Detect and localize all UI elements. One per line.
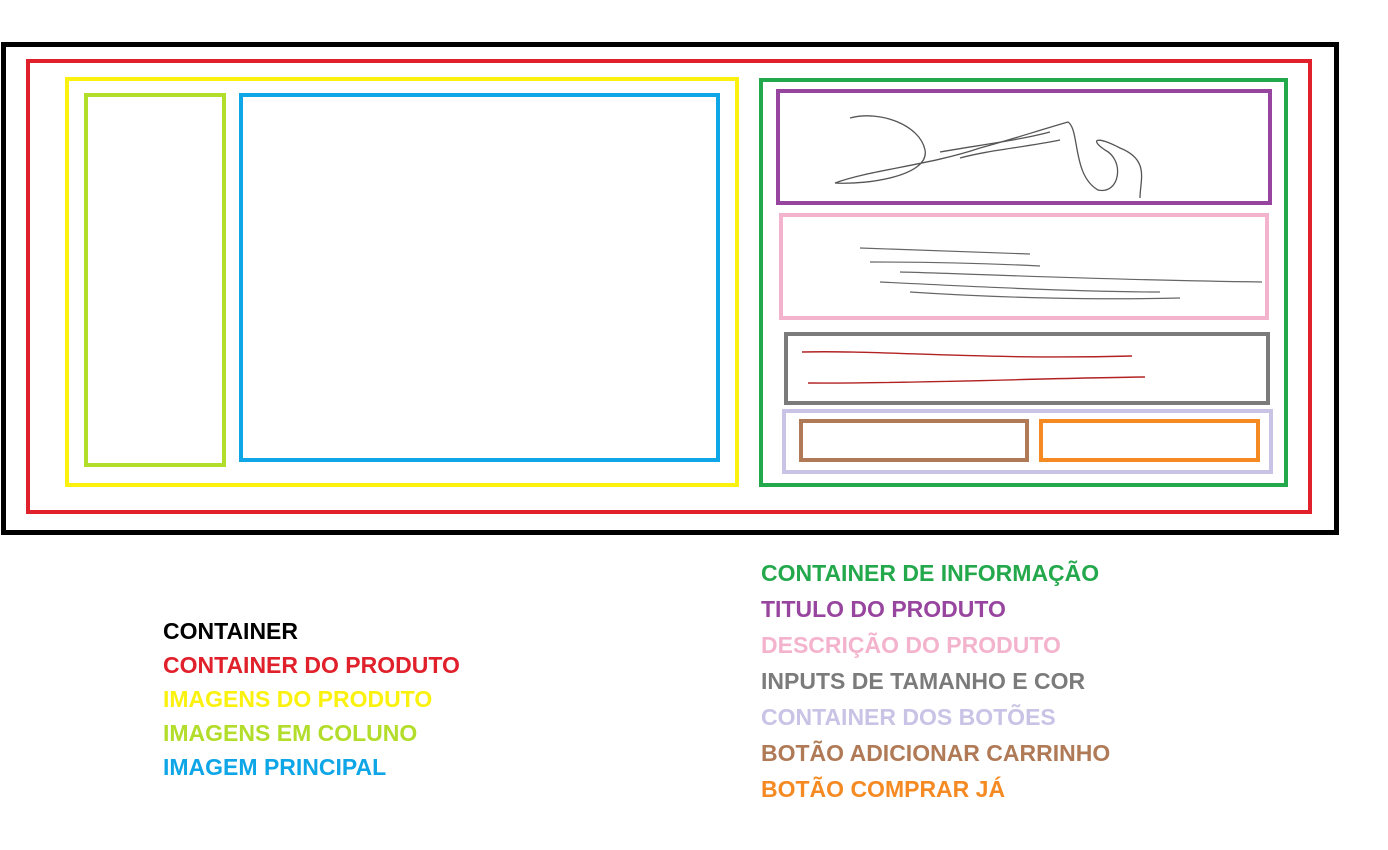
legend-item: BOTÃO ADICIONAR CARRINHO — [761, 740, 1111, 766]
legend-left: CONTAINER CONTAINER DO PRODUTO IMAGENS D… — [163, 614, 460, 784]
legend-item: CONTAINER DO PRODUTO — [163, 652, 460, 678]
add-to-cart-button-box — [799, 419, 1029, 462]
legend-item: IMAGENS EM COLUNO — [163, 720, 418, 746]
column-images-box — [84, 93, 226, 467]
legend-item: DESCRIÇÃO DO PRODUTO — [761, 632, 1061, 658]
legend-item: INPUTS DE TAMANHO E COR — [761, 668, 1086, 694]
size-color-inputs-box — [784, 332, 1270, 405]
legend-item: BOTÃO COMPRAR JÁ — [761, 776, 1006, 802]
buy-now-button-box — [1039, 419, 1260, 462]
product-title-box — [776, 89, 1272, 205]
legend-item: TITULO DO PRODUTO — [761, 596, 1006, 622]
legend-item: CONTAINER DOS BOTÕES — [761, 704, 1056, 730]
product-description-box — [779, 213, 1269, 320]
legend-right: CONTAINER DE INFORMAÇÃO TITULO DO PRODUT… — [761, 555, 1110, 807]
legend-item: IMAGENS DO PRODUTO — [163, 686, 433, 712]
legend-item: CONTAINER — [163, 618, 299, 644]
legend-item: IMAGEM PRINCIPAL — [163, 754, 387, 780]
main-image-box — [239, 93, 720, 462]
legend-item: CONTAINER DE INFORMAÇÃO — [761, 560, 1100, 586]
